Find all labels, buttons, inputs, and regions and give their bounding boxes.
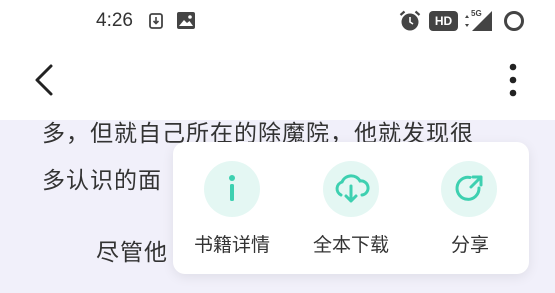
alarm-icon xyxy=(399,10,421,31)
content-line: 多认识的面 xyxy=(42,168,162,194)
book-details-label: 书籍详情 xyxy=(193,234,270,256)
share-label: 分享 xyxy=(450,234,489,256)
back-arrow-icon xyxy=(35,64,53,96)
download-all-label: 全本下载 xyxy=(312,234,389,256)
download-all-icon-bg xyxy=(323,161,379,217)
info-icon xyxy=(229,175,235,201)
hd-icon: HD xyxy=(429,11,458,31)
back-button[interactable] xyxy=(28,62,64,98)
circle-icon xyxy=(504,11,524,31)
signal-icon xyxy=(465,11,492,31)
share-button[interactable]: 分享 xyxy=(411,142,529,274)
app-bar xyxy=(0,44,555,120)
content-line: 尽管他 xyxy=(96,240,168,266)
download-icon xyxy=(149,13,163,29)
download-all-button[interactable]: 全本下载 xyxy=(292,142,410,274)
more-button[interactable] xyxy=(496,62,530,98)
status-bar: 4:26 HD 5G xyxy=(0,0,555,44)
share-icon xyxy=(455,175,483,201)
book-details-icon-bg xyxy=(204,161,260,217)
more-vertical-icon xyxy=(509,63,517,97)
share-icon-bg xyxy=(441,161,497,217)
book-details-button[interactable]: 书籍详情 xyxy=(173,142,291,274)
image-icon xyxy=(177,12,195,29)
book-actions-popup: 书籍详情 全本下载 分享 xyxy=(173,142,529,274)
cloud-download-icon xyxy=(335,174,370,203)
status-time: 4:26 xyxy=(96,10,133,31)
